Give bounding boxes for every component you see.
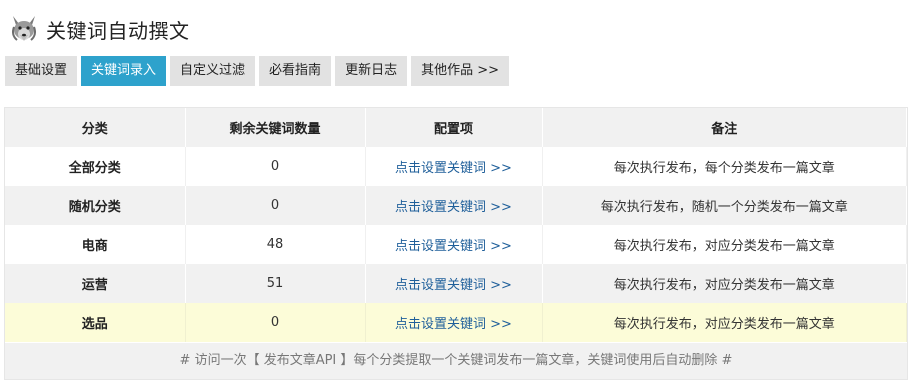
config-cell: 点击设置关键词 >> (365, 264, 543, 303)
count-cell: 0 (185, 186, 366, 225)
page-title: 关键词自动撰文 (46, 18, 190, 43)
set-keywords-link[interactable]: 点击设置关键词 >> (395, 317, 512, 332)
set-keywords-link[interactable]: 点击设置关键词 >> (395, 239, 512, 254)
config-cell: 点击设置关键词 >> (365, 303, 543, 342)
count-cell: 0 (185, 147, 366, 186)
note-cell: 每次执行发布，每个分类发布一篇文章 (542, 147, 907, 186)
tab-changelog[interactable]: 更新日志 (335, 56, 408, 86)
table-row: 全部分类 0 点击设置关键词 >> 每次执行发布，每个分类发布一篇文章 (5, 147, 907, 186)
column-header-note: 备注 (542, 108, 907, 147)
set-keywords-link[interactable]: 点击设置关键词 >> (395, 200, 512, 215)
note-cell: 每次执行发布，随机一个分类发布一篇文章 (542, 186, 907, 225)
category-cell: 电商 (5, 225, 186, 264)
set-keywords-link[interactable]: 点击设置关键词 >> (395, 278, 512, 293)
keyword-table: 分类 剩余关键词数量 配置项 备注 全部分类 0 点击设置关键词 >> 每次执行… (5, 108, 907, 342)
tab-guide[interactable]: 必看指南 (259, 56, 332, 86)
wolf-logo-icon (8, 13, 40, 45)
config-cell: 点击设置关键词 >> (365, 186, 543, 225)
count-cell: 48 (185, 225, 366, 264)
count-cell: 0 (185, 303, 366, 342)
column-header-config: 配置项 (365, 108, 543, 147)
config-cell: 点击设置关键词 >> (365, 225, 543, 264)
table-row: 电商 48 点击设置关键词 >> 每次执行发布，对应分类发布一篇文章 (5, 225, 907, 264)
table-header-row: 分类 剩余关键词数量 配置项 备注 (5, 108, 907, 147)
table-row: 选品 0 点击设置关键词 >> 每次执行发布，对应分类发布一篇文章 (5, 303, 907, 342)
note-cell: 每次执行发布，对应分类发布一篇文章 (542, 303, 907, 342)
tab-basic-settings[interactable]: 基础设置 (5, 56, 78, 86)
column-header-remaining-count: 剩余关键词数量 (185, 108, 366, 147)
column-header-category: 分类 (5, 108, 186, 147)
tab-custom-filter[interactable]: 自定义过滤 (170, 56, 256, 86)
category-cell: 选品 (5, 303, 186, 342)
table-row: 随机分类 0 点击设置关键词 >> 每次执行发布，随机一个分类发布一篇文章 (5, 186, 907, 225)
note-cell: 每次执行发布，对应分类发布一篇文章 (542, 225, 907, 264)
tab-keyword-entry[interactable]: 关键词录入 (81, 56, 167, 86)
note-cell: 每次执行发布，对应分类发布一篇文章 (542, 264, 907, 303)
count-cell: 51 (185, 264, 366, 303)
category-cell: 全部分类 (5, 147, 186, 186)
tab-bar: 基础设置 关键词录入 自定义过滤 必看指南 更新日志 其他作品 >> (5, 56, 513, 86)
page-header: 关键词自动撰文 (8, 12, 190, 46)
table-row: 运营 51 点击设置关键词 >> 每次执行发布，对应分类发布一篇文章 (5, 264, 907, 303)
config-cell: 点击设置关键词 >> (365, 147, 543, 186)
table-footnote: # 访问一次【 发布文章API 】每个分类提取一个关键词发布一篇文章，关键词使用… (5, 342, 907, 379)
tab-other-works[interactable]: 其他作品 >> (411, 56, 509, 86)
set-keywords-link[interactable]: 点击设置关键词 >> (395, 161, 512, 176)
keyword-table-container: 分类 剩余关键词数量 配置项 备注 全部分类 0 点击设置关键词 >> 每次执行… (4, 107, 908, 380)
category-cell: 随机分类 (5, 186, 186, 225)
category-cell: 运营 (5, 264, 186, 303)
